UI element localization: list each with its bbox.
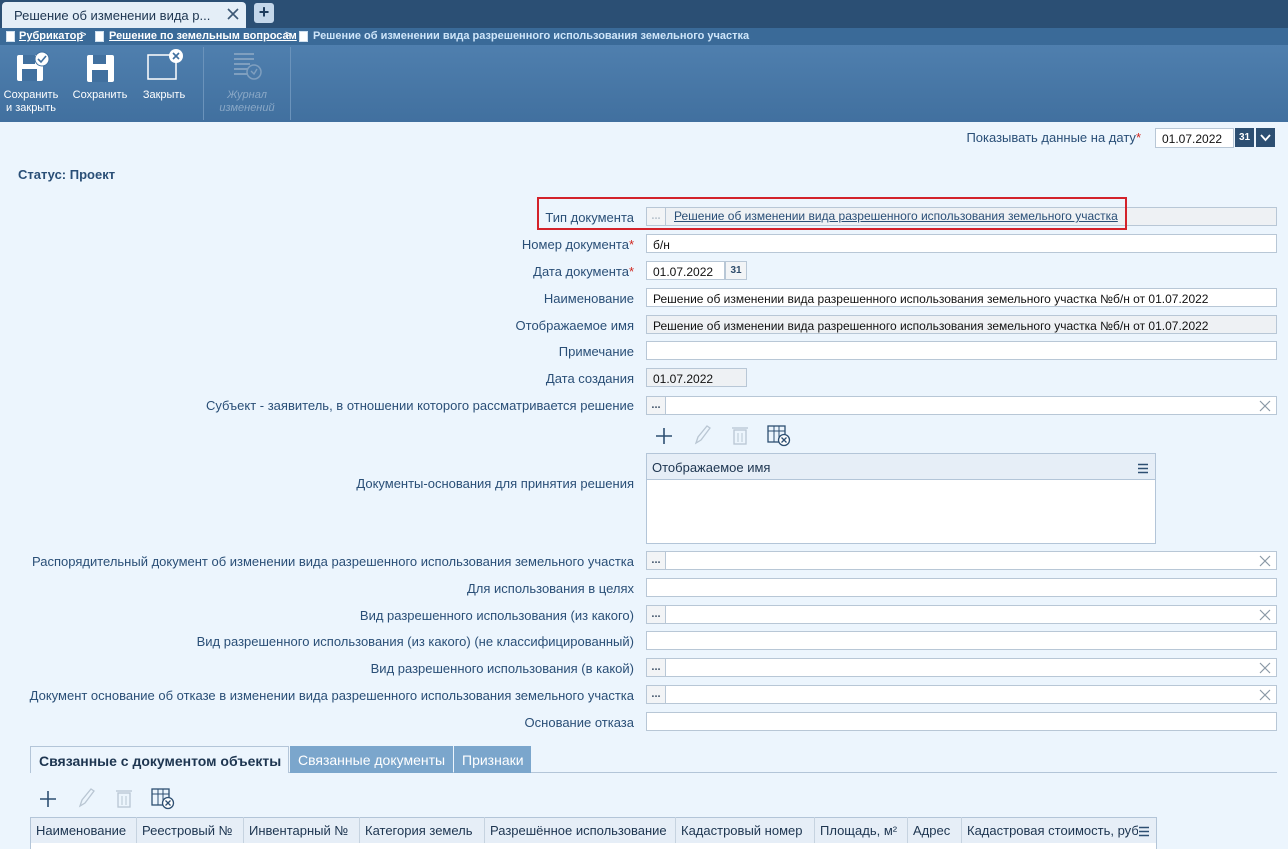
use-from-nc-label: Вид разрешенного использования (из каког… bbox=[196, 634, 634, 649]
display-name-field: Решение об изменении вида разрешенного и… bbox=[646, 315, 1277, 334]
delete-icon bbox=[731, 424, 749, 449]
created-date-label: Дата создания bbox=[545, 371, 634, 386]
display-name-label: Отображаемое имя bbox=[515, 318, 634, 333]
delete-icon bbox=[115, 787, 133, 812]
change-journal-button: Журнал изменений bbox=[208, 48, 286, 120]
add-icon[interactable] bbox=[38, 789, 58, 812]
column-header[interactable]: Реестровый № bbox=[137, 817, 244, 843]
toolbar bbox=[0, 45, 1288, 122]
refusal-reason-label: Основание отказа bbox=[524, 715, 634, 730]
highlight-box bbox=[537, 197, 1127, 230]
note-input[interactable] bbox=[646, 341, 1277, 360]
save-and-close-label: Сохранить и закрыть bbox=[3, 89, 59, 114]
subject-field[interactable] bbox=[646, 396, 1277, 415]
breadcrumb-item-land-decision[interactable]: Решение по земельным вопросам bbox=[109, 30, 297, 42]
column-header[interactable]: Адрес bbox=[908, 817, 962, 843]
doc-number-input[interactable]: б/н bbox=[646, 234, 1277, 253]
doc-number-label: Номер документа* bbox=[521, 237, 634, 252]
subject-select-button[interactable]: ... bbox=[646, 396, 666, 415]
column-header[interactable]: Кадастровый номер bbox=[676, 817, 815, 843]
use-from-label: Вид разрешенного использования (из каког… bbox=[359, 608, 634, 623]
clear-icon[interactable] bbox=[1259, 662, 1271, 674]
close-window-icon bbox=[146, 48, 186, 85]
name-input[interactable]: Решение об изменении вида разрешенного и… bbox=[646, 288, 1277, 307]
objects-table-body bbox=[30, 843, 1157, 849]
close-tab-icon[interactable] bbox=[224, 5, 242, 23]
use-to-field[interactable] bbox=[646, 658, 1277, 677]
column-header[interactable]: Разрешённое использование bbox=[485, 817, 676, 843]
tab-attributes[interactable]: Признаки bbox=[454, 746, 531, 773]
status-label: Статус: Проект bbox=[18, 167, 116, 182]
column-header[interactable]: Площадь, м² bbox=[815, 817, 908, 843]
subject-label: Субъект - заявитель, в отношении которог… bbox=[205, 398, 634, 413]
breadcrumb-separator: > bbox=[285, 29, 292, 41]
tab-linked-documents[interactable]: Связанные документы bbox=[290, 746, 453, 773]
document-icon bbox=[95, 31, 104, 42]
created-date-field: 01.07.2022 bbox=[646, 368, 747, 387]
date-filter-label: Показывать данные на дату* bbox=[966, 130, 1141, 145]
basis-docs-label: Документы-основания для принятия решения bbox=[356, 476, 634, 491]
menu-icon[interactable] bbox=[1137, 462, 1149, 477]
save-label: Сохранить bbox=[72, 89, 128, 101]
chevron-down-icon[interactable] bbox=[1256, 128, 1275, 147]
column-header[interactable]: Отображаемое имя bbox=[652, 460, 770, 475]
save-button[interactable]: Сохранить bbox=[68, 48, 132, 108]
use-from-field[interactable] bbox=[646, 605, 1277, 624]
use-from-select-button[interactable]: ... bbox=[646, 605, 666, 624]
journal-label: Журнал изменений bbox=[219, 89, 275, 114]
date-filter-input[interactable]: 01.07.2022 bbox=[1155, 128, 1234, 148]
journal-icon bbox=[232, 50, 266, 87]
use-from-nc-input[interactable] bbox=[646, 631, 1277, 650]
column-header[interactable]: Инвентарный № bbox=[244, 817, 360, 843]
tab-linked-objects[interactable]: Связанные с документом объекты bbox=[30, 746, 289, 773]
breadcrumb: Рубрикатор > Решение по земельным вопрос… bbox=[0, 28, 1288, 45]
menu-icon[interactable] bbox=[1138, 825, 1150, 840]
name-label: Наименование bbox=[543, 291, 634, 306]
close-button[interactable]: Закрыть bbox=[136, 48, 192, 108]
clear-icon[interactable] bbox=[1259, 609, 1271, 621]
order-doc-select-button[interactable]: ... bbox=[646, 551, 666, 570]
column-settings-icon[interactable] bbox=[767, 425, 791, 450]
add-icon[interactable] bbox=[654, 426, 674, 449]
refusal-doc-select-button[interactable]: ... bbox=[646, 685, 666, 704]
save-icon bbox=[86, 54, 116, 87]
document-icon bbox=[299, 31, 308, 42]
doc-date-input[interactable]: 01.07.2022 bbox=[646, 261, 725, 280]
clear-icon[interactable] bbox=[1259, 555, 1271, 567]
use-to-label: Вид разрешенного использования (в какой) bbox=[370, 661, 634, 676]
document-icon bbox=[6, 31, 15, 42]
edit-icon bbox=[76, 787, 96, 812]
refusal-doc-label: Документ основание об отказе в изменении… bbox=[29, 688, 634, 703]
save-and-close-button[interactable]: Сохранить и закрыть bbox=[0, 48, 62, 120]
use-to-select-button[interactable]: ... bbox=[646, 658, 666, 677]
clear-icon[interactable] bbox=[1259, 400, 1271, 412]
toolbar-divider bbox=[290, 47, 291, 120]
breadcrumb-current: Решение об изменении вида разрешенного и… bbox=[313, 30, 750, 42]
column-header[interactable]: Кадастровая стоимость, руб bbox=[962, 817, 1138, 843]
calendar-icon[interactable]: 31 bbox=[725, 261, 747, 280]
column-settings-icon[interactable] bbox=[151, 788, 175, 813]
column-header[interactable]: Наименование bbox=[31, 817, 137, 843]
doc-date-label: Дата документа* bbox=[533, 264, 634, 279]
edit-icon bbox=[692, 424, 712, 449]
document-tab[interactable]: Решение об изменении вида р... bbox=[2, 2, 246, 28]
toolbar-divider bbox=[203, 47, 204, 120]
refusal-doc-field[interactable] bbox=[646, 685, 1277, 704]
clear-icon[interactable] bbox=[1259, 689, 1271, 701]
add-tab-button[interactable]: + bbox=[254, 3, 274, 23]
note-label: Примечание bbox=[558, 344, 634, 359]
calendar-icon[interactable]: 31 bbox=[1235, 128, 1254, 147]
tab-title: Решение об изменении вида р... bbox=[14, 8, 211, 23]
refusal-reason-input[interactable] bbox=[646, 712, 1277, 731]
column-header[interactable]: Категория земель bbox=[360, 817, 485, 843]
breadcrumb-item-rubricator[interactable]: Рубрикатор bbox=[19, 30, 83, 42]
close-label: Закрыть bbox=[142, 89, 186, 101]
save-and-close-icon bbox=[16, 51, 50, 86]
purpose-input[interactable] bbox=[646, 578, 1277, 597]
order-doc-label: Распорядительный документ об изменении в… bbox=[32, 554, 634, 569]
order-doc-field[interactable] bbox=[646, 551, 1277, 570]
breadcrumb-separator: > bbox=[80, 29, 87, 41]
purpose-label: Для использования в целях bbox=[466, 581, 634, 596]
